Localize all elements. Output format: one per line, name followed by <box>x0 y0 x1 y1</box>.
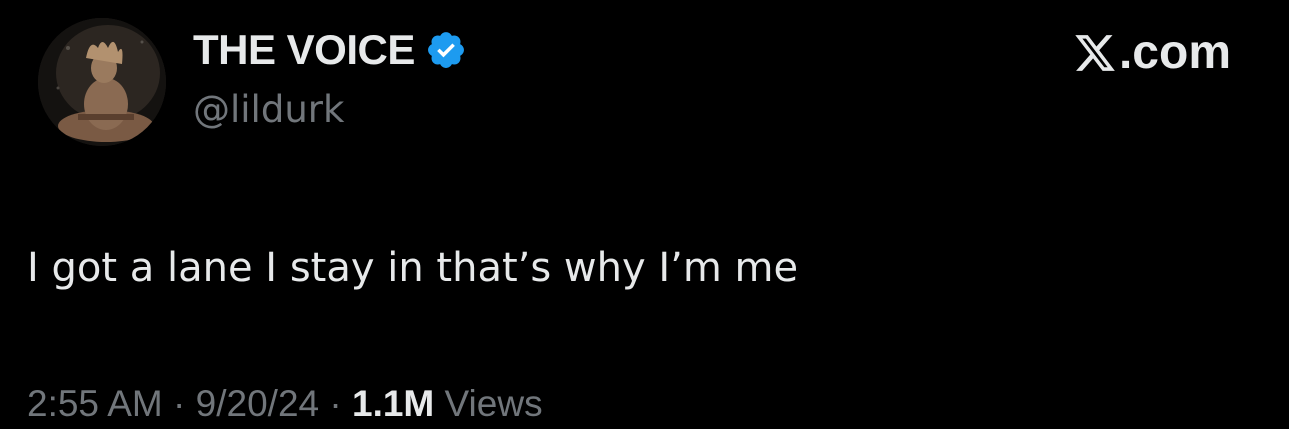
meta-separator: · <box>329 383 342 424</box>
tweet-meta: 2:55 AM · 9/20/24 · 1.1M Views <box>27 380 543 428</box>
views-count: 1.1M <box>352 383 435 424</box>
views-label: Views <box>444 383 543 424</box>
author-name-row[interactable]: THE VOICE <box>193 26 467 74</box>
brand-logo: .com <box>1073 26 1231 80</box>
tweet-text: I got a lane I stay in that’s why I’m me <box>27 245 799 291</box>
verified-badge-icon <box>425 29 467 71</box>
brand-domain-text: .com <box>1118 26 1231 79</box>
avatar[interactable] <box>38 18 166 146</box>
tweet-card: THE VOICE @lildurk .com I got a lane I s… <box>0 0 1289 429</box>
author-handle[interactable]: @lildurk <box>193 86 344 134</box>
x-logo-icon <box>1073 31 1117 75</box>
tweet-time[interactable]: 2:55 AM <box>27 383 163 424</box>
avatar-image <box>38 18 166 146</box>
meta-separator: · <box>173 383 186 424</box>
tweet-date[interactable]: 9/20/24 <box>196 383 319 424</box>
author-display-name[interactable]: THE VOICE <box>193 26 415 74</box>
